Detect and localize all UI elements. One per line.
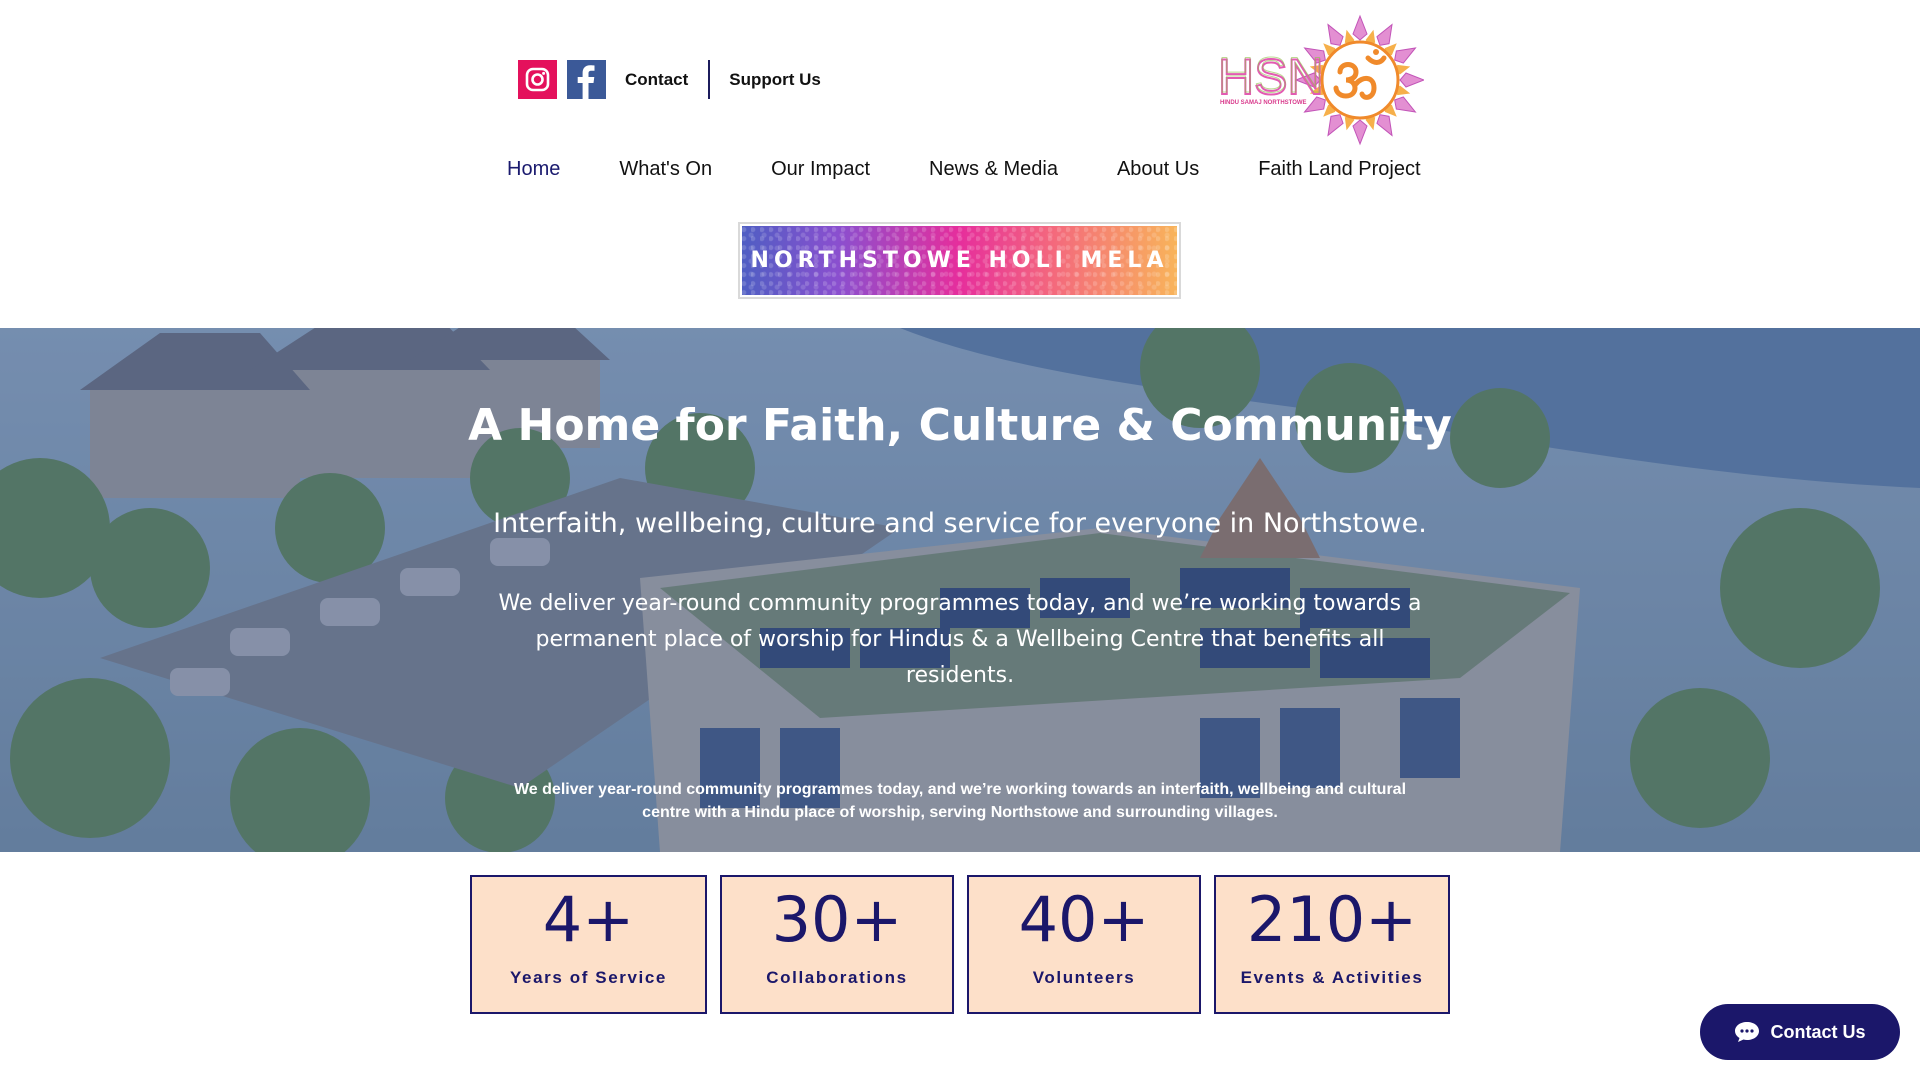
svg-text:HSN: HSN <box>1218 47 1324 103</box>
nav-item-whats-on[interactable]: What's On <box>619 158 712 186</box>
hsn-logo[interactable]: HSN HSN HINDU SAMAJ NORTHSTOWE <box>1218 12 1424 148</box>
holi-mela-banner-label: NORTHSTOWE HOLI MELA <box>750 248 1169 273</box>
stat-card-events: 210+ Events & Activities <box>1214 875 1450 1014</box>
stat-label: Volunteers <box>1032 968 1136 987</box>
nav-item-news-media[interactable]: News & Media <box>929 158 1058 186</box>
stat-label: Years of Service <box>510 968 667 987</box>
holi-mela-banner[interactable]: NORTHSTOWE HOLI MELA <box>738 222 1181 299</box>
stat-label: Collaborations <box>766 968 908 987</box>
hero-subtitle: Interfaith, wellbeing, culture and servi… <box>493 508 1427 539</box>
facebook-link[interactable] <box>567 60 606 99</box>
hero-small-paragraph: We deliver year-round community programm… <box>490 778 1430 824</box>
chat-button-label: Contact Us <box>1770 1021 1866 1042</box>
holi-mela-banner-image: NORTHSTOWE HOLI MELA <box>742 226 1177 295</box>
nav-item-home[interactable]: Home <box>507 158 560 186</box>
stat-label: Events & Activities <box>1240 968 1424 987</box>
support-us-link[interactable]: Support Us <box>729 70 821 90</box>
nav-item-our-impact[interactable]: Our Impact <box>771 158 870 186</box>
stat-value: 30+ <box>771 883 903 956</box>
top-links: Contact Support Us <box>625 60 821 99</box>
hero-small-text-after: with a Hindu place of worship, serving N… <box>690 804 1278 821</box>
hero-paragraph: We deliver year-round community programm… <box>498 591 1422 688</box>
hero-title: A Home for Faith, Culture & Community <box>468 400 1452 451</box>
social-links <box>518 60 606 99</box>
nav-item-faith-land-project[interactable]: Faith Land Project <box>1258 158 1420 186</box>
logo-subtext: HINDU SAMAJ NORTHSTOWE <box>1220 100 1307 106</box>
contact-link[interactable]: Contact <box>625 70 688 90</box>
top-links-divider <box>708 60 711 99</box>
stat-card-volunteers: 40+ Volunteers <box>967 875 1201 1014</box>
contact-us-chat-button[interactable]: Contact Us <box>1700 1004 1900 1060</box>
stat-card-collaborations: 30+ Collaborations <box>720 875 954 1014</box>
instagram-icon <box>518 60 557 99</box>
chat-bubble-icon <box>1735 1022 1760 1042</box>
stat-value: 210+ <box>1246 883 1418 956</box>
main-nav: Home What's On Our Impact News & Media A… <box>507 158 1421 186</box>
facebook-icon <box>567 60 606 99</box>
hero-section: A Home for Faith, Culture & Community In… <box>0 328 1920 852</box>
stat-value: 4+ <box>542 883 635 956</box>
instagram-link[interactable] <box>518 60 557 99</box>
stats-row: 4+ Years of Service 30+ Collaborations 4… <box>470 875 1450 1014</box>
nav-item-about-us[interactable]: About Us <box>1117 158 1199 186</box>
stat-value: 40+ <box>1018 883 1150 956</box>
hero-small-text-before: We deliver year-round community programm… <box>513 781 1161 798</box>
stat-card-years: 4+ Years of Service <box>470 875 707 1014</box>
site-header: Contact Support Us HSN HSN HINDU SAMAJ N… <box>0 0 1920 328</box>
